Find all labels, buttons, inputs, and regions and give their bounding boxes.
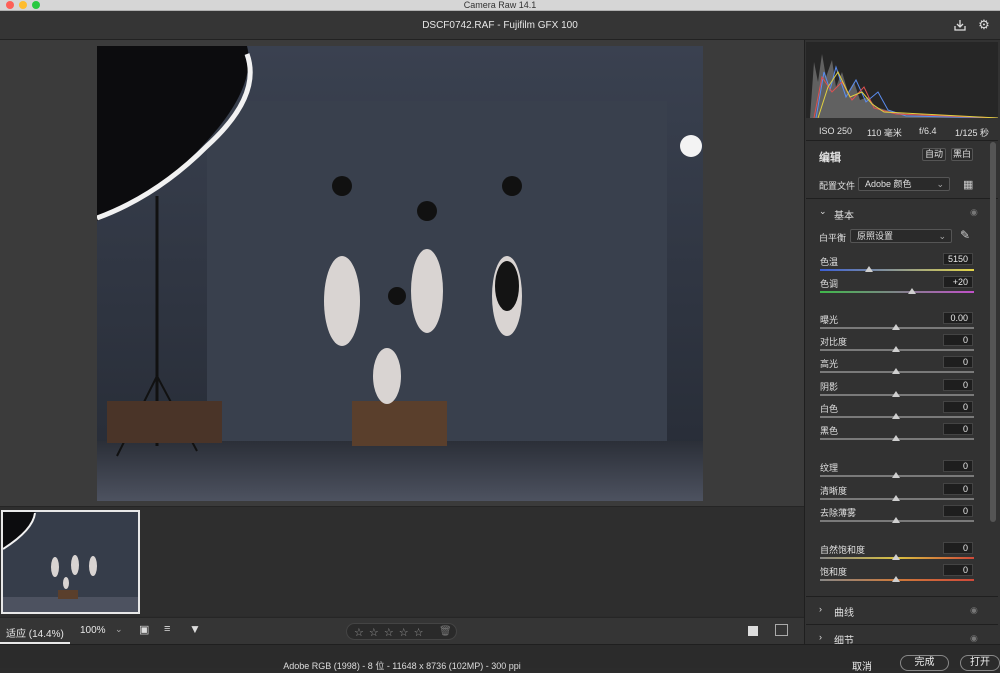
shutter-readout: 1/125 秒 [955, 128, 990, 138]
done-button[interactable]: 完成 [900, 655, 949, 671]
cancel-button[interactable]: 取消 [852, 658, 872, 673]
iso-readout: ISO 250 [819, 126, 853, 136]
slider-thumb[interactable] [892, 435, 900, 441]
tint-slider-thumb[interactable] [908, 288, 917, 294]
slider-label: 饱和度 [820, 567, 848, 577]
eye-icon[interactable]: ◉ [970, 207, 978, 218]
divider [806, 140, 998, 141]
edit-title: 编辑 [819, 152, 841, 164]
slider-value[interactable]: 0 [943, 334, 973, 346]
zoom-level[interactable]: 100% [80, 625, 106, 636]
slider-label: 黑色 [820, 426, 839, 436]
tint-label: 色调 [820, 279, 839, 289]
temp-label: 色温 [820, 257, 839, 267]
slider-thumb[interactable] [892, 517, 900, 523]
slider-value[interactable]: 0 [943, 460, 973, 472]
bw-button[interactable]: 黑白 [951, 148, 973, 161]
slider-thumb[interactable] [892, 413, 900, 419]
slider-value[interactable]: 0.00 [943, 312, 973, 324]
slider-value[interactable]: 0 [943, 401, 973, 413]
slider-value[interactable]: 0 [943, 542, 973, 554]
fit-zoom-option[interactable]: 适应 (14.4%) [6, 625, 64, 640]
sort-icon[interactable]: ≡ [164, 623, 170, 635]
slider-thumb[interactable] [892, 324, 900, 330]
temp-value[interactable]: 5150 [943, 253, 973, 265]
footer-bar: Adobe RGB (1998) - 8 位 - 11648 x 8736 (1… [0, 644, 1000, 671]
divider [806, 596, 998, 597]
auto-button[interactable]: 自动 [922, 148, 946, 161]
profile-label: 配置文件 [819, 181, 856, 191]
basic-section-title[interactable]: 基本 [834, 207, 854, 222]
tint-value[interactable]: +20 [943, 276, 973, 288]
slider-thumb[interactable] [892, 368, 900, 374]
slider-thumb[interactable] [892, 554, 900, 560]
temp-slider-track[interactable] [820, 269, 974, 271]
divider [806, 198, 998, 199]
compare-view-icon[interactable] [775, 624, 788, 636]
slider-label: 纹理 [820, 463, 839, 473]
slider-thumb[interactable] [892, 495, 900, 501]
eye-icon[interactable]: ◉ [970, 633, 978, 644]
chevron-down-icon[interactable]: ⌄ [819, 206, 827, 217]
window-titlebar: Camera Raw 14.1 [0, 0, 1000, 11]
tint-slider-track[interactable] [820, 291, 974, 293]
slider-label: 白色 [820, 404, 839, 414]
profile-select[interactable]: Adobe 颜色 ⌄ [858, 177, 950, 191]
chevron-down-icon[interactable]: ⌄ [115, 624, 123, 635]
slider-label: 对比度 [820, 337, 848, 347]
slider-value[interactable]: 0 [943, 379, 973, 391]
slider-label: 自然饱和度 [820, 545, 866, 555]
profile-value: Adobe 颜色 [865, 179, 912, 189]
wb-value: 原照设置 [857, 231, 894, 241]
wb-label: 白平衡 [819, 233, 847, 243]
histogram [806, 42, 999, 119]
slider-label: 曝光 [820, 315, 839, 325]
temp-slider-thumb[interactable] [865, 266, 874, 272]
save-icon[interactable] [953, 18, 967, 32]
single-view-icon[interactable] [748, 626, 758, 636]
header-bar: DSCF0742.RAF - Fujifilm GFX 100 ⚙ [0, 11, 1000, 40]
focal-length-readout: 110 毫米 [867, 128, 902, 138]
slider-label: 去除薄雾 [820, 508, 857, 518]
rating-bar: ☆ ☆ ☆ ☆ ☆ 🗑 [346, 623, 457, 640]
rating-stars[interactable]: ☆ ☆ ☆ ☆ ☆ [354, 626, 425, 639]
image-info-icon[interactable]: ▣ [139, 623, 149, 636]
workflow-info[interactable]: Adobe RGB (1998) - 8 位 - 11648 x 8736 (1… [0, 659, 804, 672]
eyedropper-icon[interactable]: ✎ [960, 228, 970, 242]
divider [806, 624, 998, 625]
slider-thumb[interactable] [892, 391, 900, 397]
slider-label: 清晰度 [820, 486, 848, 496]
slider-thumb[interactable] [892, 576, 900, 582]
bottom-toolbar: 适应 (14.4%) 100% ⌄ ▣ ≡ ▼ ☆ ☆ ☆ ☆ ☆ 🗑 [0, 617, 804, 644]
profile-browser-icon[interactable]: ▦ [963, 178, 973, 191]
window-title: Camera Raw 14.1 [463, 0, 537, 10]
slider-thumb[interactable] [892, 346, 900, 352]
chevron-right-icon[interactable]: › [819, 604, 822, 614]
chevron-down-icon: ⌄ [938, 231, 946, 241]
file-title: DSCF0742.RAF - Fujifilm GFX 100 [422, 20, 578, 31]
filter-icon[interactable]: ▼ [189, 622, 201, 636]
slider-label: 高光 [820, 359, 839, 369]
chevron-right-icon[interactable]: › [819, 632, 822, 642]
chevron-down-icon: ⌄ [936, 179, 944, 189]
gear-icon[interactable]: ⚙ [977, 18, 991, 32]
slider-thumb[interactable] [892, 472, 900, 478]
slider-value[interactable]: 0 [943, 483, 973, 495]
slider-value[interactable]: 0 [943, 505, 973, 517]
wb-select[interactable]: 原照设置 ⌄ [850, 229, 952, 243]
eye-icon[interactable]: ◉ [970, 605, 978, 616]
slider-value[interactable]: 0 [943, 356, 973, 368]
slider-value[interactable]: 0 [943, 564, 973, 576]
panel-scrollbar[interactable] [990, 142, 996, 522]
curve-section-title[interactable]: 曲线 [834, 604, 854, 619]
filmstrip-thumbnail[interactable] [1, 510, 140, 614]
photo-preview[interactable] [97, 46, 703, 501]
open-button[interactable]: 打开 [960, 655, 1000, 671]
trash-icon[interactable]: 🗑 [439, 626, 452, 637]
slider-value[interactable]: 0 [943, 423, 973, 435]
slider-label: 阴影 [820, 382, 839, 392]
aperture-readout: f/6.4 [919, 126, 937, 136]
